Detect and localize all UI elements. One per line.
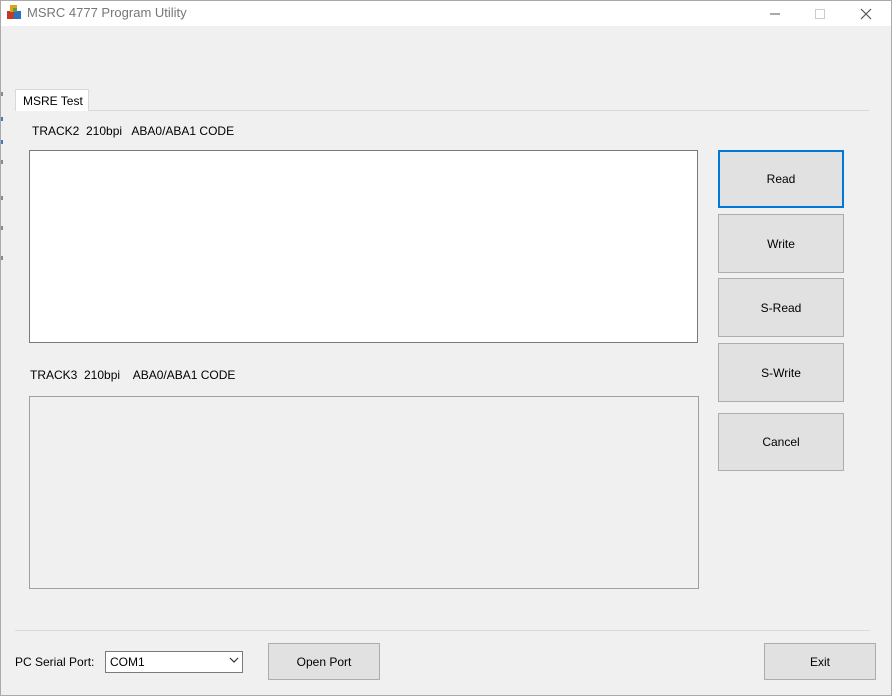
close-button[interactable] — [843, 1, 888, 26]
edge-artifact — [0, 92, 3, 96]
serial-port-value: COM1 — [110, 655, 145, 669]
track2-textbox[interactable] — [29, 150, 698, 343]
serial-port-select[interactable]: COM1 — [105, 651, 243, 673]
track3-textbox[interactable] — [29, 396, 699, 589]
s-read-button[interactable]: S-Read — [718, 278, 844, 337]
exit-button[interactable]: Exit — [764, 643, 876, 680]
tab-msre-test[interactable]: MSRE Test — [15, 89, 89, 111]
maximize-icon — [814, 8, 825, 19]
read-button[interactable]: Read — [718, 150, 844, 208]
write-button[interactable]: Write — [718, 214, 844, 273]
track3-label: TRACK3 210bpi ABA0/ABA1 CODE — [30, 368, 236, 382]
app-icon — [7, 5, 21, 19]
edge-artifact — [0, 117, 3, 121]
maximize-button[interactable] — [797, 1, 842, 26]
chevron-down-icon — [229, 657, 239, 663]
cancel-button[interactable]: Cancel — [718, 413, 844, 471]
window-title: MSRC 4777 Program Utility — [27, 5, 187, 20]
s-write-button[interactable]: S-Write — [718, 343, 844, 402]
edge-artifact — [0, 196, 3, 200]
serial-port-label: PC Serial Port: — [15, 655, 95, 669]
edge-artifact — [0, 160, 3, 164]
edge-artifact — [0, 256, 3, 260]
tab-divider — [88, 110, 869, 111]
open-port-button[interactable]: Open Port — [268, 643, 380, 680]
panel-divider — [15, 630, 870, 631]
close-icon — [860, 8, 871, 19]
tab-label: MSRE Test — [23, 94, 83, 108]
edge-artifact — [0, 226, 3, 230]
edge-artifact — [0, 140, 3, 144]
minimize-button[interactable] — [752, 1, 797, 26]
track2-label: TRACK2 210bpi ABA0/ABA1 CODE — [32, 124, 235, 138]
minimize-icon — [769, 13, 780, 14]
